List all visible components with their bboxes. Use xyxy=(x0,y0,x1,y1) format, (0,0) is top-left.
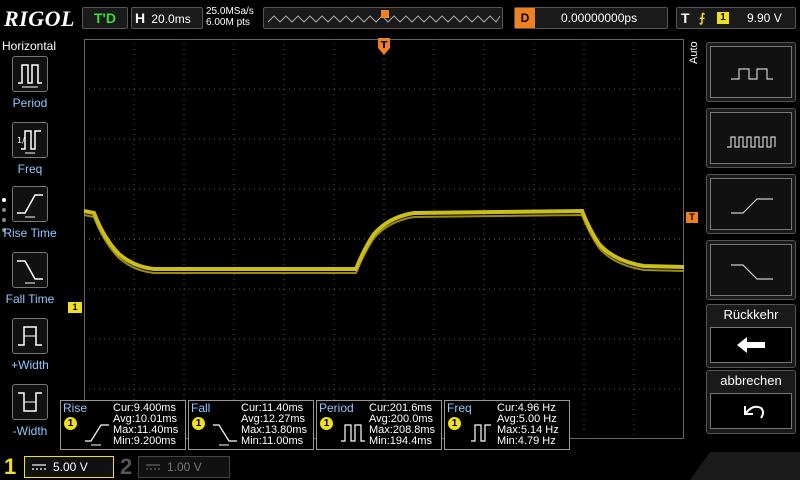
measurement-name: Freq xyxy=(447,401,472,415)
menu-item-label: Period xyxy=(12,96,48,110)
delay-label: D xyxy=(515,8,535,28)
dc-coupling-icon xyxy=(146,464,160,470)
channel-1-number[interactable]: 1 xyxy=(4,454,16,480)
status-bar-corner xyxy=(690,452,800,480)
measurement-values: Cur:201.6ms Avg:200.0ms Max:208.8ms Min:194… xyxy=(369,402,436,447)
rise-time-icon xyxy=(12,186,48,222)
auto-falling-step-button[interactable] xyxy=(706,240,796,300)
acquisition-info: 25.0MSa/s 6.00M pts xyxy=(206,6,254,28)
memory-overview-bar[interactable] xyxy=(263,7,503,29)
negative-width-icon xyxy=(12,384,48,420)
waveform-display[interactable] xyxy=(84,39,684,439)
menu-item-freq[interactable]: 1/ Freq xyxy=(0,122,60,184)
menu-item-period[interactable]: Period xyxy=(0,56,60,118)
measurement-freq[interactable]: Freq 1 Cur:4.96 Hz Avg:5.00 Hz Max:5.14 Hz… xyxy=(444,400,570,450)
square-wave-icon xyxy=(710,46,792,98)
memory-depth: 6.00M pts xyxy=(206,17,250,28)
measurement-channel-badge: 1 xyxy=(192,417,205,430)
measurement-values: Cur:11.40ms Avg:12.27ms Max:13.80ms Min:11.… xyxy=(241,402,308,447)
falling-step-icon xyxy=(710,244,792,296)
trigger-source: 1 xyxy=(717,12,729,24)
frequency-icon: 1/ xyxy=(12,122,48,158)
period-icon xyxy=(12,56,48,92)
auto-square-wave-button[interactable] xyxy=(706,42,796,102)
measurement-fall[interactable]: Fall 1 Cur:11.40ms Avg:12.27ms Max:13.80ms… xyxy=(188,400,314,450)
rise-time-icon xyxy=(85,424,109,446)
timebase-value: 20.0ms xyxy=(151,12,191,26)
trigger-level-marker[interactable]: T xyxy=(686,212,698,223)
svg-text:T: T xyxy=(381,40,388,51)
menu-item-rise-time[interactable]: Rise Time xyxy=(0,186,60,248)
measurement-name: Fall xyxy=(191,401,211,415)
rigol-logo: RIGOL xyxy=(4,6,75,31)
channel-1-scale: 5.00 V xyxy=(53,460,88,474)
measurement-values: Cur:9.400ms Avg:10.01ms Max:11.40ms Min:9.2… xyxy=(113,402,179,447)
menu-item-label: +Width xyxy=(11,358,49,372)
channel-status-bar: 1 5.00 V 2 1.00 V xyxy=(0,452,800,480)
top-status-bar: RIGOL T'D H 20.0ms 25.0MSa/s 6.00M pts D… xyxy=(0,0,800,36)
menu-item-label: Fall Time xyxy=(5,292,55,306)
channel-1-scale-box[interactable]: 5.00 V xyxy=(24,456,114,478)
trigger-display[interactable]: T ⨍ 1 9.90 V xyxy=(676,7,796,29)
rising-step-icon xyxy=(710,178,792,230)
trigger-level-value: 9.90 V xyxy=(747,11,782,25)
measurement-channel-badge: 1 xyxy=(448,417,461,430)
positive-width-icon xyxy=(12,318,48,354)
back-button-label: Rückkehr xyxy=(723,307,779,322)
channel-2-scale-box[interactable]: 1.00 V xyxy=(138,456,230,478)
sample-rate: 25.0MSa/s xyxy=(206,6,254,17)
rising-edge-icon: ⨍ xyxy=(699,11,706,25)
delay-value: 0.00000000ps xyxy=(561,11,638,25)
auto-pulse-train-button[interactable] xyxy=(706,108,796,168)
measurement-rise[interactable]: Rise 1 Cur:9.400ms Avg:10.01ms Max:11.40ms… xyxy=(60,400,186,450)
cancel-button-label: abbrechen xyxy=(720,373,782,388)
trigger-time-marker[interactable]: T xyxy=(377,38,391,56)
period-icon xyxy=(341,424,365,442)
measurement-period[interactable]: Period 1 Cur:201.6ms Avg:200.0ms Max:208.8… xyxy=(316,400,442,450)
channel-1-waveform xyxy=(84,208,684,274)
dc-coupling-icon xyxy=(32,464,46,470)
measurement-channel-badge: 1 xyxy=(64,417,77,430)
menu-item-label: -Width xyxy=(12,424,48,438)
timebase-display[interactable]: H 20.0ms xyxy=(131,7,203,29)
arrow-left-icon xyxy=(710,327,792,363)
measurement-name: Rise xyxy=(63,401,88,415)
auto-rising-step-button[interactable] xyxy=(706,174,796,234)
trigger-position-marker xyxy=(381,10,389,18)
undo-icon xyxy=(710,393,792,429)
timebase-label: H xyxy=(134,10,146,26)
auto-menu-label: Auto xyxy=(688,41,700,64)
menu-title: Horizontal xyxy=(2,39,57,53)
menu-item-fall-time[interactable]: Fall Time xyxy=(0,252,60,314)
channel-1-offset-marker[interactable]: 1 xyxy=(68,302,82,313)
channel-2-number[interactable]: 2 xyxy=(120,454,132,480)
cancel-button[interactable]: abbrechen xyxy=(706,370,796,434)
menu-item-label: Rise Time xyxy=(3,226,57,240)
frequency-icon xyxy=(471,424,491,442)
pulse-train-icon xyxy=(710,112,792,164)
menu-item-negative-width[interactable]: -Width xyxy=(0,384,60,446)
back-button[interactable]: Rückkehr xyxy=(706,304,796,368)
menu-item-label: Freq xyxy=(17,162,43,176)
fall-time-icon xyxy=(12,252,48,288)
measurement-channel-badge: 1 xyxy=(320,417,333,430)
horizontal-delay-display[interactable]: D 0.00000000ps xyxy=(514,7,668,29)
trigger-label: T xyxy=(681,10,690,26)
measure-menu: Horizontal Period 1/ Freq Rise Time Fall… xyxy=(0,38,60,450)
menu-item-positive-width[interactable]: +Width xyxy=(0,318,60,380)
measurement-values: Cur:4.96 Hz Avg:5.00 Hz Max:5.14 Hz Min:4.7… xyxy=(497,402,559,447)
fall-time-icon xyxy=(213,424,237,446)
channel-2-scale: 1.00 V xyxy=(167,460,202,474)
measurement-name: Period xyxy=(319,401,354,415)
run-status-badge[interactable]: T'D xyxy=(82,7,128,29)
svg-text:1/: 1/ xyxy=(17,136,25,145)
